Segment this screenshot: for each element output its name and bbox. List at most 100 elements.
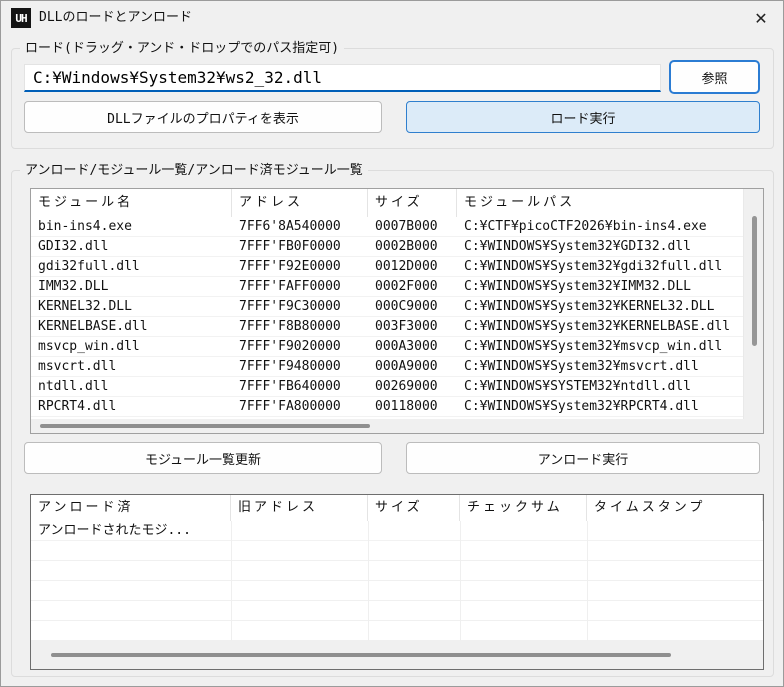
table-cell: KERNEL32.DLL (38, 299, 132, 314)
table-cell: C:¥WINDOWS¥System32¥IMM32.DLL (464, 279, 691, 294)
grid-line (231, 521, 232, 641)
horizontal-scroll-thumb[interactable] (40, 424, 370, 428)
unloaded-list-header: アンロード済 旧アドレス サイズ チェックサム タイムスタンプ (31, 495, 763, 521)
table-cell: 003F3000 (375, 319, 438, 334)
table-cell: C:¥WINDOWS¥System32¥KERNEL32.DLL (464, 299, 715, 314)
module-list-horizontal-scrollbar[interactable] (31, 419, 763, 433)
table-cell: C:¥WINDOWS¥System32¥KERNELBASE.dll (464, 319, 731, 334)
unload-execute-button[interactable]: アンロード実行 (406, 442, 760, 474)
title-bar: UH DLLのロードとアンロード ✕ (1, 1, 783, 35)
table-cell: 000A9000 (375, 359, 438, 374)
table-cell: 7FFF'FA800000 (239, 399, 341, 414)
table-cell: msvcp_win.dll (38, 339, 140, 354)
table-cell: IMM32.DLL (38, 279, 109, 294)
table-row[interactable]: bin-ins4.exe 7FF6'8A540000 0007B000 C:¥CTF¥… (31, 217, 743, 237)
table-cell: RPCRT4.dll (38, 399, 117, 414)
table-cell: 7FFF'F9480000 (239, 359, 341, 374)
table-cell: C:¥WINDOWS¥System32¥gdi32full.dll (464, 259, 723, 274)
table-cell: 0002F000 (375, 279, 438, 294)
vertical-scroll-thumb[interactable] (752, 216, 757, 346)
table-row[interactable]: GDI32.dll 7FFF'FB0F0000 0002B000 C:¥WINDOWS… (31, 237, 743, 257)
table-cell: 7FFF'F92E0000 (239, 259, 341, 274)
browse-button-label: 参照 (701, 71, 728, 87)
table-cell: C:¥WINDOWS¥System32¥msvcrt.dll (464, 359, 699, 374)
load-groupbox-label: ロード(ドラッグ・アンド・ドロップでのパス指定可) (20, 40, 345, 57)
table-cell: 7FFF'FB640000 (239, 379, 341, 394)
dll-path-input[interactable] (24, 64, 661, 92)
column-header[interactable]: チェックサム (460, 495, 587, 521)
grid-line (460, 521, 461, 641)
column-header[interactable]: サイズ (368, 495, 460, 521)
column-header[interactable]: タイムスタンプ (587, 495, 763, 521)
table-row[interactable]: msvcp_win.dll 7FFF'F9020000 000A3000 C:¥WIN… (31, 337, 743, 357)
table-row[interactable]: msvcrt.dll 7FFF'F9480000 000A9000 C:¥WINDOW… (31, 357, 743, 377)
show-dll-properties-label: DLLファイルのプロパティを表示 (107, 111, 299, 127)
grid-line (368, 521, 369, 641)
column-header[interactable]: モジュール名 (31, 189, 232, 217)
column-header[interactable]: モジュールパス (457, 189, 763, 217)
table-cell: C:¥WINDOWS¥SYSTEM32¥ntdll.dll (464, 379, 691, 394)
load-execute-button[interactable]: ロード実行 (406, 101, 760, 133)
table-cell: gdi32full.dll (38, 259, 140, 274)
refresh-module-list-button[interactable]: モジュール一覧更新 (24, 442, 382, 474)
module-list-body: bin-ins4.exe 7FF6'8A540000 0007B000 C:¥CTF¥… (31, 217, 743, 419)
table-cell (460, 521, 587, 540)
table-cell: 00118000 (375, 399, 438, 414)
module-list-header: モジュール名 アドレス サイズ モジュールパス (31, 189, 763, 217)
table-cell: 7FF6'8A540000 (239, 219, 341, 234)
table-cell: 7FFF'F8B80000 (239, 319, 341, 334)
table-cell: 7FFF'FAFF0000 (239, 279, 341, 294)
unloaded-list-horizontal-scrollbar[interactable] (31, 641, 763, 669)
column-header[interactable]: アドレス (232, 189, 368, 217)
table-cell: 00269000 (375, 379, 438, 394)
table-cell: C:¥CTF¥picoCTF2026¥bin-ins4.exe (464, 219, 707, 234)
column-header[interactable]: サイズ (368, 189, 457, 217)
unloaded-list-body: アンロードされたモジ... (31, 521, 763, 641)
table-cell: C:¥WINDOWS¥System32¥GDI32.dll (464, 239, 691, 254)
refresh-module-list-label: モジュール一覧更新 (144, 452, 262, 468)
horizontal-scroll-thumb[interactable] (51, 653, 671, 657)
table-cell: 0007B000 (375, 219, 438, 234)
unload-execute-label: アンロード実行 (537, 452, 629, 468)
browse-button[interactable]: 参照 (669, 60, 760, 94)
modules-groupbox: アンロード/モジュール一覧/アンロード済モジュール一覧 モジュール名 アドレス サイ… (11, 162, 774, 677)
table-cell: 7FFF'F9020000 (239, 339, 341, 354)
table-row[interactable]: KERNEL32.DLL 7FFF'F9C30000 000C9000 C:¥WIND… (31, 297, 743, 317)
table-cell (231, 521, 368, 540)
close-button[interactable]: ✕ (747, 6, 775, 30)
table-cell: 0012D000 (375, 259, 438, 274)
table-cell: 000A3000 (375, 339, 438, 354)
module-list[interactable]: モジュール名 アドレス サイズ モジュールパス bin-ins4.exe 7FF6'8A… (30, 188, 764, 434)
table-cell: C:¥WINDOWS¥System32¥RPCRT4.dll (464, 399, 699, 414)
column-header[interactable]: 旧アドレス (231, 495, 368, 521)
table-cell: GDI32.dll (38, 239, 109, 254)
table-row[interactable]: gdi32full.dll 7FFF'F92E0000 0012D000 C:¥WIN… (31, 257, 743, 277)
dialog-window: UH DLLのロードとアンロード ✕ ロード(ドラッグ・アンド・ドロップでのパス… (0, 0, 784, 687)
table-row[interactable]: RPCRT4.dll 7FFF'FA800000 00118000 C:¥WINDOW… (31, 397, 743, 417)
table-row[interactable]: IMM32.DLL 7FFF'FAFF0000 0002F000 C:¥WINDOWS… (31, 277, 743, 297)
table-cell: KERNELBASE.dll (38, 319, 148, 334)
load-groupbox: ロード(ドラッグ・アンド・ドロップでのパス指定可) 参照 DLLファイルのプロパ… (11, 40, 774, 149)
table-cell (368, 521, 460, 540)
table-cell: C:¥WINDOWS¥System32¥msvcp_win.dll (464, 339, 723, 354)
modules-groupbox-label: アンロード/モジュール一覧/アンロード済モジュール一覧 (20, 162, 368, 179)
table-cell: bin-ins4.exe (38, 219, 132, 234)
table-cell: 7FFF'F9C30000 (239, 299, 341, 314)
table-row[interactable]: アンロードされたモジ... (31, 521, 763, 541)
close-icon: ✕ (754, 8, 768, 28)
column-header[interactable]: アンロード済 (31, 495, 231, 521)
table-row[interactable]: ntdll.dll 7FFF'FB640000 00269000 C:¥WINDOWS… (31, 377, 743, 397)
module-list-vertical-scrollbar[interactable] (743, 189, 763, 419)
window-title: DLLのロードとアンロード (39, 10, 192, 25)
load-execute-label: ロード実行 (550, 111, 616, 127)
table-cell: msvcrt.dll (38, 359, 117, 374)
grid-line (587, 521, 588, 641)
table-cell: アンロードされたモジ... (38, 523, 191, 538)
table-cell: 000C9000 (375, 299, 438, 314)
table-row[interactable]: KERNELBASE.dll 7FFF'F8B80000 003F3000 C:¥WI… (31, 317, 743, 337)
table-cell (587, 521, 763, 540)
table-cell: 7FFF'FB0F0000 (239, 239, 341, 254)
unloaded-module-list[interactable]: アンロード済 旧アドレス サイズ チェックサム タイムスタンプ アンロードされたモジ..… (30, 494, 764, 670)
app-icon: UH (11, 8, 31, 28)
show-dll-properties-button[interactable]: DLLファイルのプロパティを表示 (24, 101, 382, 133)
